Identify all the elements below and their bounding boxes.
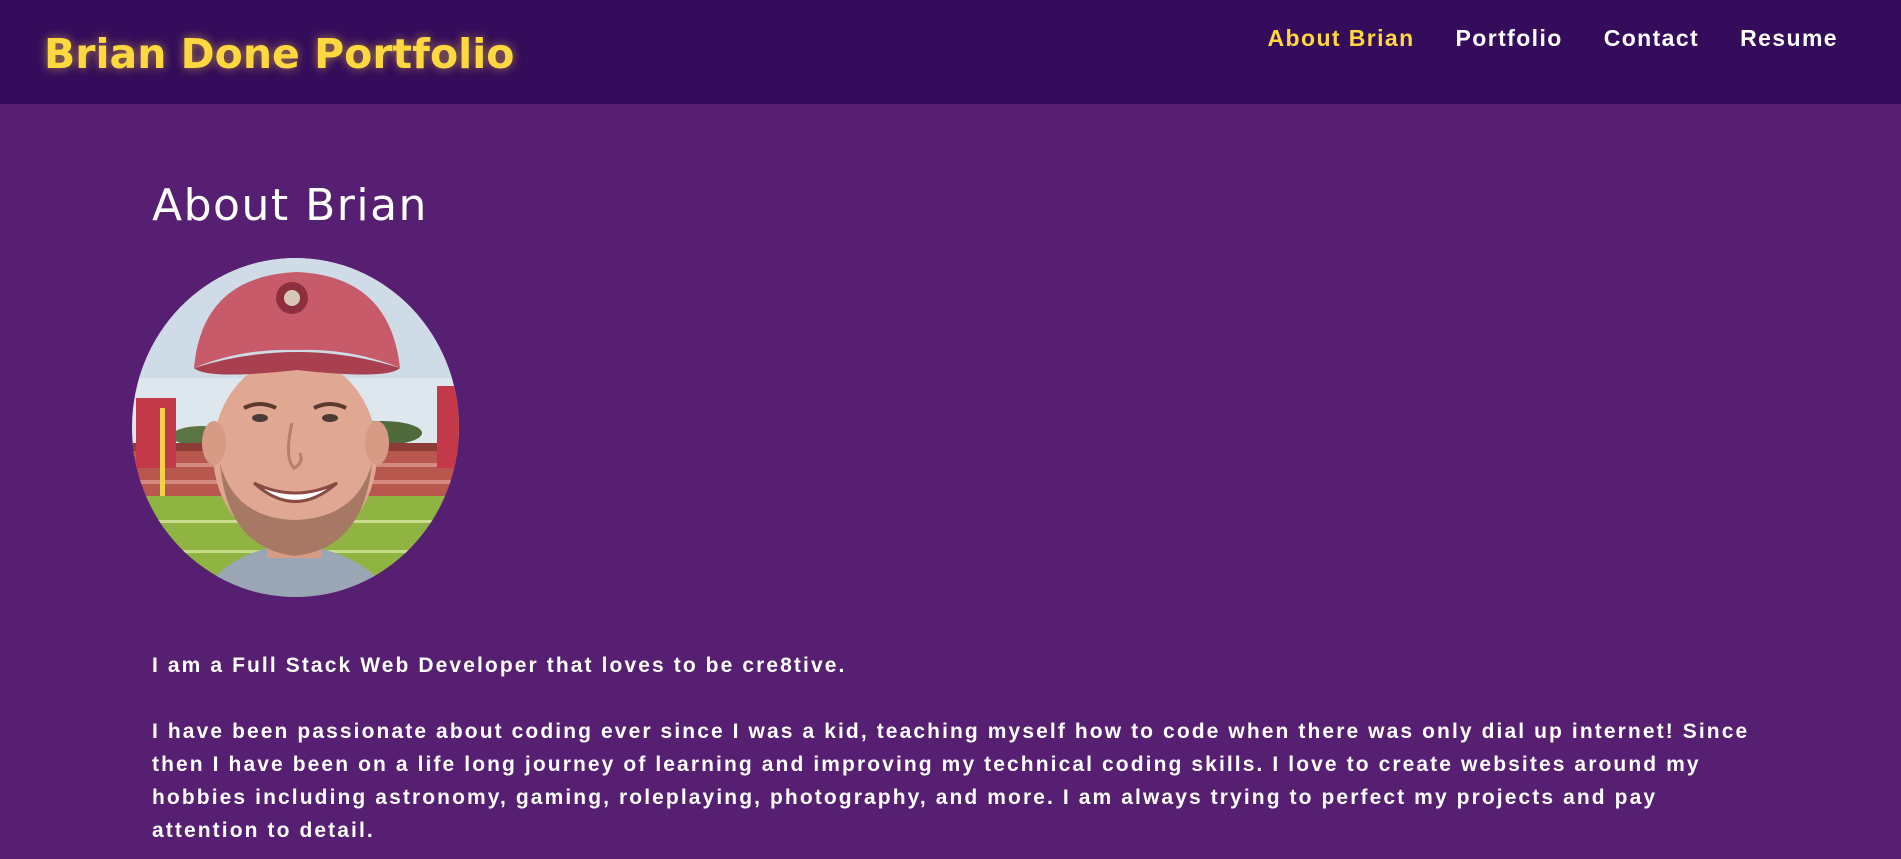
profile-photo [132,258,459,597]
site-header: Brian Done Portfolio About Brian Portfol… [0,0,1901,104]
bio-text: I am a Full Stack Web Developer that lov… [152,649,1752,847]
bio-intro: I am a Full Stack Web Developer that lov… [152,654,847,677]
nav-link-portfolio[interactable]: Portfolio [1456,25,1563,52]
brand-logo-link[interactable]: Brian Done Portfolio [44,30,514,78]
about-section: About Brian I am a Full Stack Web Develo… [0,104,1901,847]
nav-link-about[interactable]: About Brian [1268,25,1415,52]
nav-link-contact[interactable]: Contact [1604,25,1699,52]
nav-link-resume[interactable]: Resume [1740,25,1838,52]
main-nav: About Brian Portfolio Contact Resume [1227,25,1838,52]
page-title: About Brian [152,180,428,231]
bio-details: I have been passionate about coding ever… [152,720,1750,842]
